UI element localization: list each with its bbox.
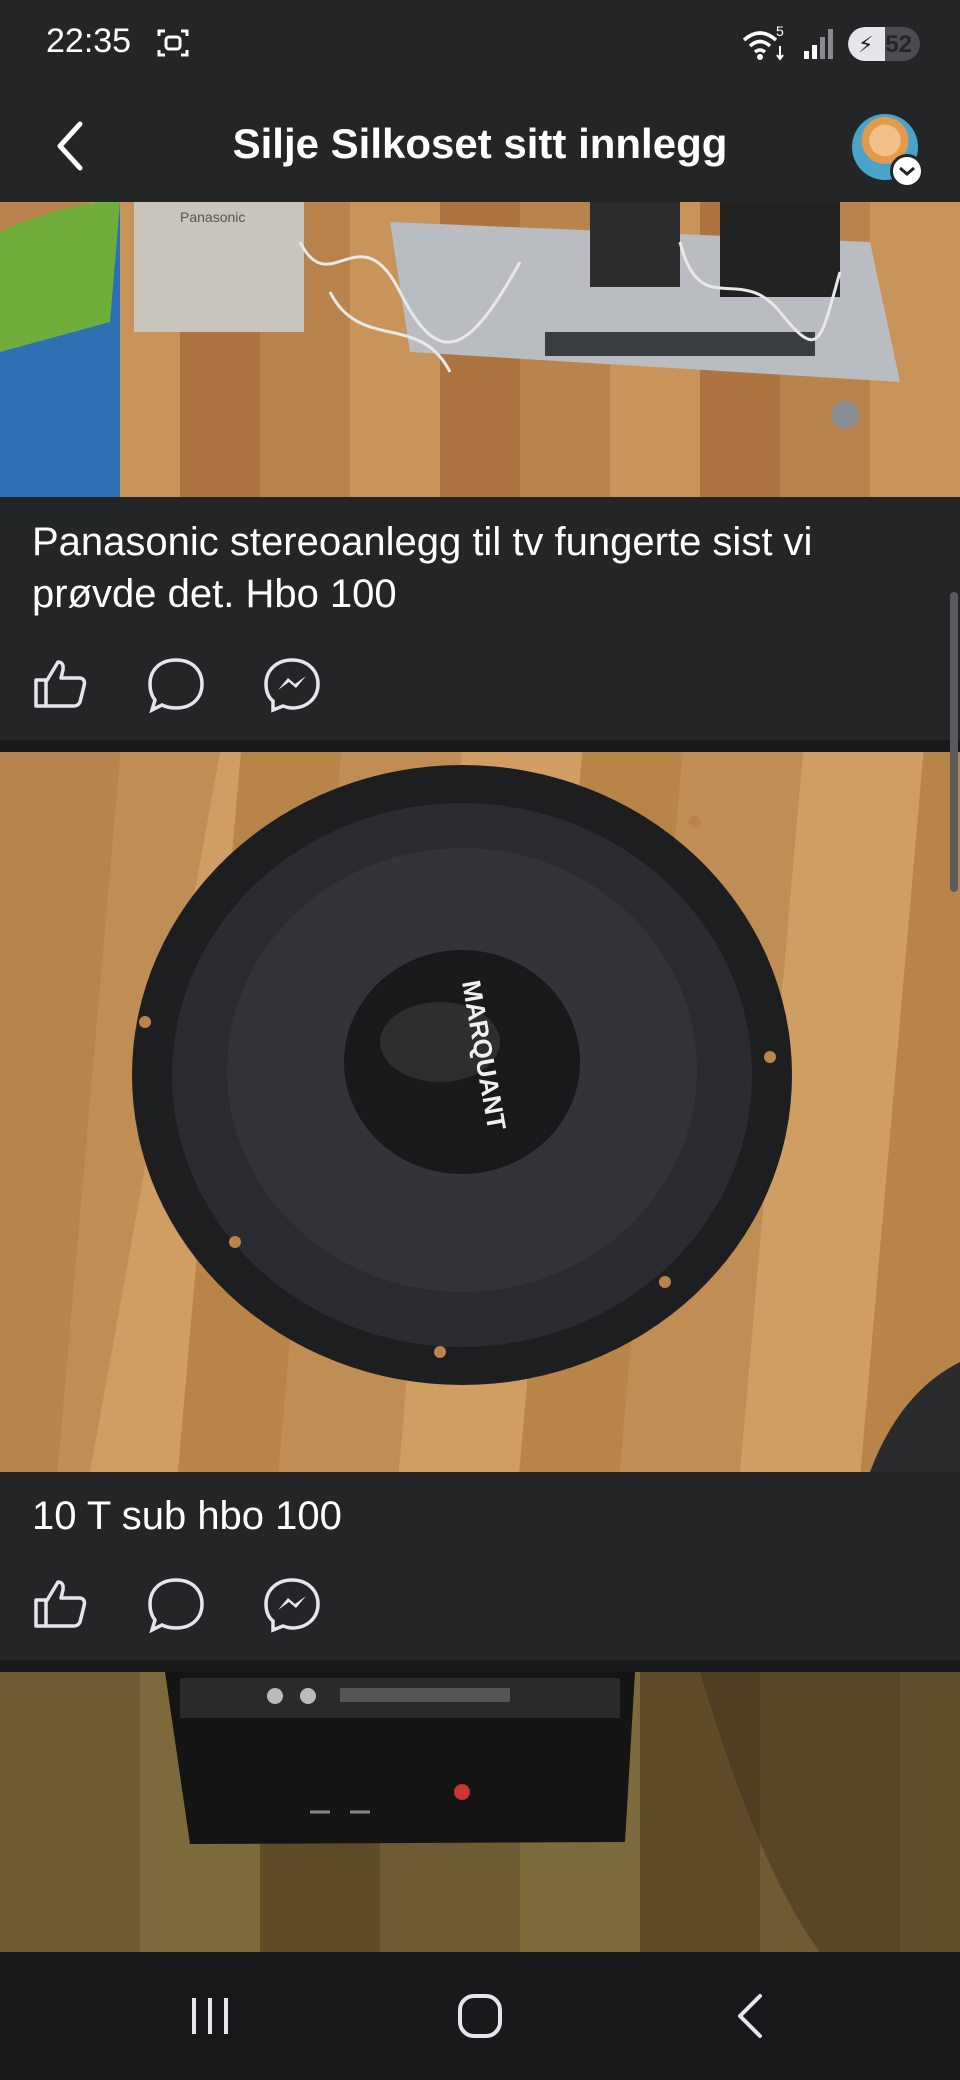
wifi-badge: 5 xyxy=(776,24,784,39)
post-caption: Panasonic stereoanlegg til tv fungerte s… xyxy=(32,520,813,616)
like-icon[interactable] xyxy=(30,654,90,714)
post-divider xyxy=(0,740,960,752)
messenger-icon[interactable] xyxy=(262,1574,322,1634)
post-caption: 10 T sub hbo 100 xyxy=(32,1494,342,1538)
photo-brand-text: Panasonic xyxy=(180,209,245,225)
system-nav-bar xyxy=(0,1952,960,2080)
post-divider xyxy=(0,1660,960,1672)
screenshot-icon xyxy=(157,29,189,57)
battery-level: 52 xyxy=(885,31,912,58)
status-time: 22:35 xyxy=(46,22,132,60)
page-title: Silje Silkoset sitt innlegg xyxy=(232,120,728,167)
panasonic-stereo-photo[interactable]: Panasonic xyxy=(0,202,960,497)
recents-icon[interactable] xyxy=(170,1986,250,2046)
like-icon[interactable] xyxy=(30,1574,90,1634)
post-actions xyxy=(0,1574,960,1654)
status-bar: 22:35 5 ⚡ 52 xyxy=(0,0,960,90)
back-icon[interactable] xyxy=(710,1986,790,2046)
scrollbar[interactable] xyxy=(950,592,958,892)
comment-icon[interactable] xyxy=(146,1574,206,1634)
messenger-icon[interactable] xyxy=(262,654,322,714)
signal-icon xyxy=(804,29,833,59)
comment-icon[interactable] xyxy=(146,654,206,714)
header-bar: Silje Silkoset sitt innlegg xyxy=(0,90,960,202)
status-icons: 5 ⚡ 52 xyxy=(740,24,920,64)
charging-icon: ⚡ xyxy=(858,32,874,57)
battery-indicator: ⚡ 52 xyxy=(848,27,920,61)
wifi-icon: 5 xyxy=(742,24,784,61)
subwoofer-photo[interactable]: MARQUANT xyxy=(0,752,960,1472)
post-actions xyxy=(0,654,960,734)
amplifier-photo[interactable] xyxy=(0,1672,960,1952)
chevron-down-icon[interactable] xyxy=(890,154,924,188)
home-icon[interactable] xyxy=(440,1986,520,2046)
